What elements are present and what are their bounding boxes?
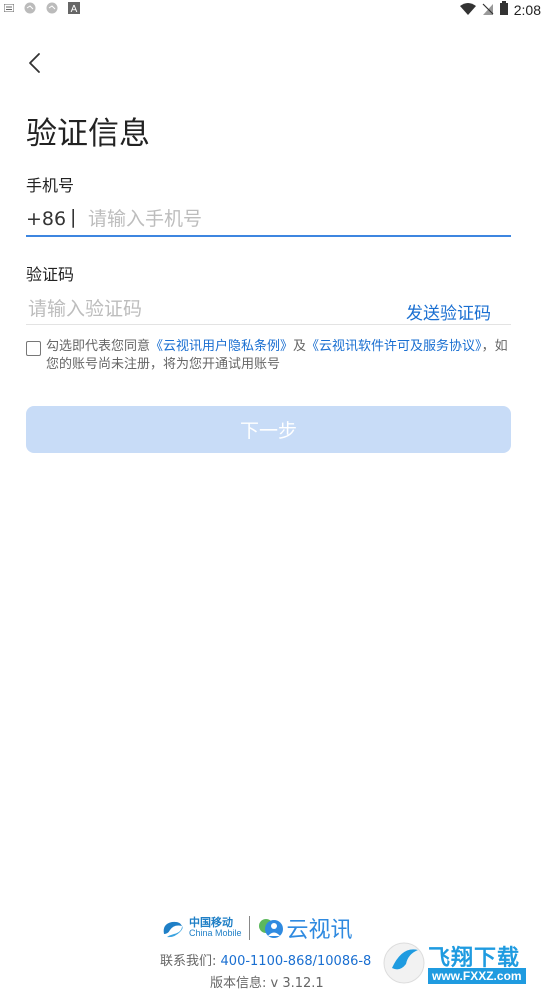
- agreement-checkbox[interactable]: [26, 341, 41, 356]
- license-agreement-link[interactable]: 《云视讯软件许可及服务协议》: [306, 339, 482, 354]
- watermark-logo-icon: [383, 942, 425, 984]
- phone-input[interactable]: [86, 204, 510, 234]
- phone-field: +86 |: [26, 204, 511, 237]
- version-info: 版本信息: v 3.12.1: [210, 976, 324, 991]
- notification-icon: [24, 2, 36, 17]
- code-field: 发送验证码: [26, 294, 511, 325]
- privacy-policy-link[interactable]: 《云视讯用户隐私条例》: [150, 339, 293, 354]
- agreement-and: 及: [293, 339, 307, 354]
- watermark: 飞翔下载 www.FXXZ.com: [382, 936, 542, 990]
- footer-logos: 中国移动 China Mobile 云视讯: [160, 910, 390, 946]
- chevron-left-icon: [29, 53, 40, 73]
- watermark-url: www.FXXZ.com: [428, 968, 526, 984]
- agreement-prefix: 勾选即代表您同意: [46, 339, 151, 354]
- china-mobile-cn: 中国移动: [189, 916, 233, 929]
- china-mobile-icon: [163, 921, 183, 938]
- next-step-button[interactable]: 下一步: [26, 406, 511, 453]
- contact-label: 联系我们:: [160, 954, 217, 969]
- country-code-prefix: +86: [26, 208, 67, 230]
- notification-icon: [46, 2, 58, 17]
- prefix-separator: |: [70, 206, 77, 228]
- china-mobile-en: China Mobile: [189, 928, 242, 938]
- agreement-text: 勾选即代表您同意《云视讯用户隐私条例》及《云视讯软件许可及服务协议》，如您的账号…: [46, 338, 516, 374]
- clock: 2:08: [513, 1, 541, 18]
- page-title: 验证信息: [26, 116, 150, 152]
- send-code-button[interactable]: 发送验证码: [406, 299, 491, 324]
- yunshixun-icon: [258, 919, 283, 938]
- a-icon: A: [68, 2, 80, 17]
- contact-numbers[interactable]: 400-1100-868/10086-8: [221, 954, 372, 969]
- back-button[interactable]: [24, 50, 48, 76]
- app-name: 云视讯: [286, 918, 353, 943]
- battery-icon: [499, 1, 508, 18]
- agreement: 勾选即代表您同意《云视讯用户隐私条例》及《云视讯软件许可及服务协议》，如您的账号…: [26, 338, 516, 374]
- logo-divider: [248, 916, 250, 940]
- status-bar: A 2:08: [0, 0, 547, 20]
- code-label: 验证码: [26, 265, 75, 284]
- contact-info: 联系我们: 400-1100-868/10086-8: [160, 950, 371, 969]
- phone-label: 手机号: [26, 176, 75, 195]
- china-mobile-logo: 中国移动 China Mobile: [160, 916, 242, 940]
- code-input[interactable]: [26, 294, 370, 324]
- yunshixun-logo: 云视讯: [257, 912, 353, 944]
- no-sim-icon: [482, 2, 494, 18]
- keyboard-icon: [3, 3, 15, 15]
- wifi-icon: [459, 2, 476, 18]
- svg-text:A: A: [71, 4, 78, 14]
